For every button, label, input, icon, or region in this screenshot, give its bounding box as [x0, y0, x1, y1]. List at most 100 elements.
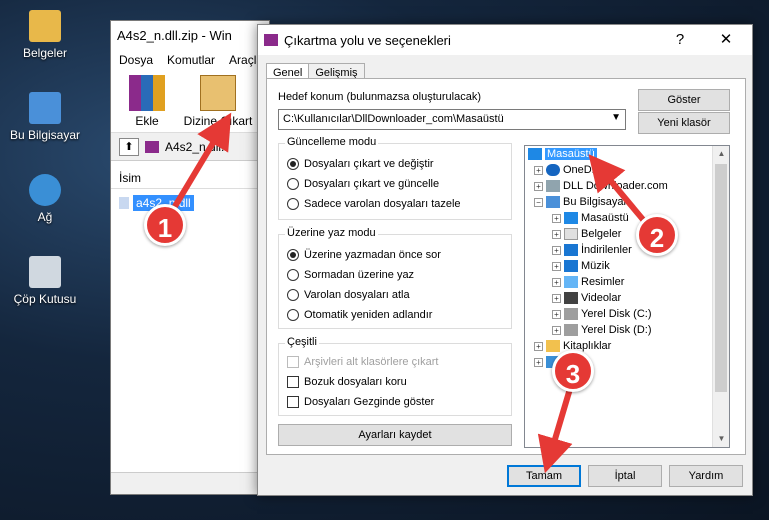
- extract-to-button[interactable]: Dizine Çıkart: [183, 75, 253, 128]
- update-mode-title: Güncelleme modu: [285, 136, 379, 148]
- radio-overwrite-rename[interactable]: Otomatik yeniden adlandır: [287, 309, 432, 321]
- drive-icon: [564, 308, 578, 320]
- extract-folder-icon: [200, 75, 236, 111]
- tree-node-dlldownloader[interactable]: + DLL Downloader.com: [534, 180, 668, 192]
- ok-button[interactable]: Tamam: [507, 465, 581, 487]
- expand-icon[interactable]: +: [552, 309, 561, 319]
- step-1-badge: 1: [144, 204, 186, 246]
- scroll-down-icon[interactable]: ▼: [713, 431, 729, 447]
- dest-label: Hedef konum (bulunmazsa oluşturulacak): [278, 91, 481, 103]
- winrar-window: A4s2_n.dll.zip - Win Dosya Komutlar Araç…: [110, 20, 270, 495]
- expand-icon[interactable]: +: [534, 357, 543, 367]
- checkbox-icon: [287, 376, 299, 388]
- up-folder-button[interactable]: ⬆: [119, 137, 139, 156]
- checkbox-icon: [287, 396, 299, 408]
- tree-scrollbar[interactable]: ▲ ▼: [712, 146, 729, 447]
- tree-node-pictures[interactable]: + Resimler: [552, 276, 624, 288]
- expand-icon[interactable]: +: [534, 341, 543, 351]
- chevron-down-icon[interactable]: ▼: [611, 112, 621, 123]
- tree-node-disk-c[interactable]: + Yerel Disk (C:): [552, 308, 652, 320]
- expand-icon[interactable]: +: [552, 213, 561, 223]
- scroll-thumb[interactable]: [715, 164, 727, 392]
- checkbox-keep-broken[interactable]: Bozuk dosyaları koru: [287, 376, 407, 388]
- scroll-up-icon[interactable]: ▲: [713, 146, 729, 162]
- desktop-icon: [564, 212, 578, 224]
- archive-icon: [145, 140, 159, 153]
- desktop-icon-belgeler[interactable]: Belgeler: [8, 10, 82, 60]
- show-button[interactable]: Göster: [638, 89, 730, 111]
- tree-node-music[interactable]: + Müzik: [552, 260, 610, 272]
- radio-overwrite-without[interactable]: Sormadan üzerine yaz: [287, 269, 414, 281]
- download-icon: [564, 244, 578, 256]
- misc-group: Çeşitli Arşivleri alt klasörlere çıkart …: [278, 336, 512, 416]
- tree-node-documents[interactable]: + Belgeler: [552, 228, 621, 240]
- tree-node-onedrive[interactable]: + OneDrive: [534, 164, 609, 176]
- general-panel: Hedef konum (bulunmazsa oluşturulacak) C…: [266, 78, 746, 455]
- cancel-button[interactable]: İptal: [588, 465, 662, 487]
- folder-user-icon: [29, 10, 61, 42]
- save-settings-button[interactable]: Ayarları kaydet: [278, 424, 512, 446]
- winrar-menu: Dosya Komutlar Araçla: [111, 49, 269, 71]
- video-icon: [564, 292, 578, 304]
- network-icon: [29, 174, 61, 206]
- winrar-pathbar: ⬆ A4s2_n.dll.: [111, 133, 269, 161]
- music-icon: [564, 260, 578, 272]
- tree-node-downloads[interactable]: + İndirilenler: [552, 244, 632, 256]
- close-icon[interactable]: ✕: [704, 25, 748, 55]
- extract-dialog: Çıkartma yolu ve seçenekleri ? ✕ Genel G…: [257, 24, 753, 496]
- desktop-icon-bu-bilgisayar[interactable]: Bu Bilgisayar: [8, 92, 82, 142]
- cloud-icon: [546, 164, 560, 176]
- radio-overwrite-skip[interactable]: Varolan dosyaları atla: [287, 289, 410, 301]
- column-name[interactable]: İsim: [111, 167, 269, 189]
- drive-icon: [564, 324, 578, 336]
- desktop-icon-cop-kutusu[interactable]: Çöp Kutusu: [8, 256, 82, 306]
- expand-icon[interactable]: +: [552, 325, 561, 335]
- radio-icon: [287, 309, 299, 321]
- step-2-badge: 2: [636, 214, 678, 256]
- destination-combobox[interactable]: C:\Kullanıcılar\DllDownloader_com\Masaüs…: [278, 109, 626, 130]
- desktop-icon: [528, 148, 542, 160]
- archive-add-icon: [129, 75, 165, 111]
- file-row[interactable]: a4s2_n.dll: [119, 195, 269, 211]
- menu-dosya[interactable]: Dosya: [119, 53, 153, 67]
- tree-node-this-pc[interactable]: − Bu Bilgisayar: [534, 196, 627, 208]
- menu-komutlar[interactable]: Komutlar: [167, 53, 215, 67]
- expand-icon[interactable]: +: [552, 261, 561, 271]
- help-title-button[interactable]: ?: [658, 25, 702, 55]
- documents-icon: [564, 228, 578, 240]
- winrar-title: A4s2_n.dll.zip - Win: [111, 21, 269, 49]
- overwrite-mode-group: Üzerine yaz modu Üzerine yazmadan önce s…: [278, 227, 512, 329]
- add-button[interactable]: Ekle: [119, 75, 175, 128]
- radio-icon: [287, 198, 299, 210]
- radio-selected-icon: [287, 158, 299, 170]
- radio-update-update[interactable]: Dosyaları çıkart ve güncelle: [287, 178, 439, 190]
- library-icon: [546, 340, 560, 352]
- expand-icon[interactable]: +: [552, 277, 561, 287]
- radio-overwrite-ask[interactable]: Üzerine yazmadan önce sor: [287, 249, 441, 261]
- radio-update-fresh[interactable]: Sadece varolan dosyaları tazele: [287, 198, 461, 210]
- collapse-icon[interactable]: −: [534, 197, 543, 207]
- pictures-icon: [564, 276, 578, 288]
- radio-update-replace[interactable]: Dosyaları çıkart ve değiştir: [287, 158, 434, 170]
- tree-node-disk-d[interactable]: + Yerel Disk (D:): [552, 324, 652, 336]
- dialog-titlebar: Çıkartma yolu ve seçenekleri ? ✕: [258, 25, 752, 55]
- update-mode-group: Güncelleme modu Dosyaları çıkart ve deği…: [278, 136, 512, 220]
- step-3-badge: 3: [552, 350, 594, 392]
- expand-icon[interactable]: +: [534, 165, 543, 175]
- folder-tree[interactable]: Masaüstü + OneDrive + DLL Downloader.com −…: [524, 145, 730, 448]
- tree-node-desktop[interactable]: Masaüstü: [528, 148, 597, 160]
- tree-node-pc-desktop[interactable]: + Masaüstü: [552, 212, 629, 224]
- checkbox-show-explorer[interactable]: Dosyaları Gezginde göster: [287, 396, 434, 408]
- misc-title: Çeşitli: [285, 336, 319, 348]
- checkbox-icon: [287, 356, 299, 368]
- winrar-icon: [264, 34, 278, 46]
- new-folder-button[interactable]: Yeni klasör: [638, 112, 730, 134]
- tree-node-videos[interactable]: + Videolar: [552, 292, 621, 304]
- desktop-icon-ag[interactable]: Ağ: [8, 174, 82, 224]
- help-button[interactable]: Yardım: [669, 465, 743, 487]
- expand-icon[interactable]: +: [552, 229, 561, 239]
- expand-icon[interactable]: +: [552, 293, 561, 303]
- computer-icon: [29, 92, 61, 124]
- expand-icon[interactable]: +: [552, 245, 561, 255]
- expand-icon[interactable]: +: [534, 181, 543, 191]
